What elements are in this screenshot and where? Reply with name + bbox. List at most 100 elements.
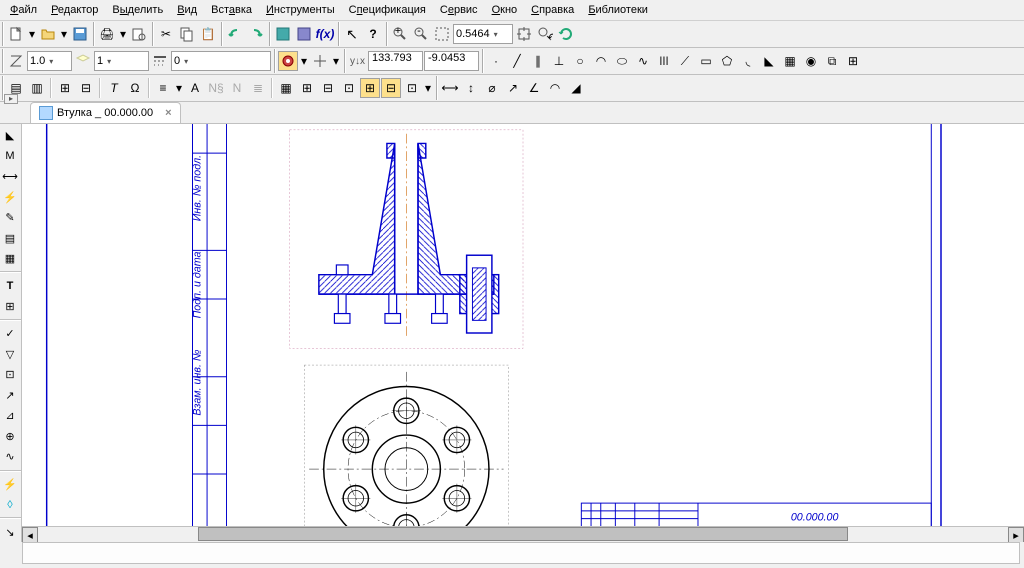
refresh-button[interactable] [556, 24, 576, 44]
font-button[interactable]: A [185, 78, 205, 98]
tool-dims-icon[interactable]: ⟷ [0, 167, 20, 186]
geom-equidistant-button[interactable]: ⧉ [822, 51, 842, 71]
dim-radial-button[interactable]: ↗ [503, 78, 523, 98]
tool-center-icon[interactable]: ⊕ [0, 427, 20, 446]
geom-polyline-button[interactable]: ⟋ [675, 51, 695, 71]
dim-chamfer-button[interactable]: ◢ [566, 78, 586, 98]
tool-leader-icon[interactable]: ↗ [0, 386, 20, 405]
snap-toggle-button[interactable] [278, 51, 298, 71]
geom-rect-button[interactable]: ▭ [696, 51, 716, 71]
tool-notations-icon[interactable]: ⚡ [0, 187, 20, 206]
linestyle-button[interactable] [150, 51, 170, 71]
spec-button[interactable]: ⊡ [402, 78, 422, 98]
properties-button[interactable] [294, 24, 314, 44]
zoom-out-button[interactable]: - [411, 24, 431, 44]
dim-angle-button[interactable]: ∠ [524, 78, 544, 98]
geom-perpendicular-button[interactable]: ⊥ [549, 51, 569, 71]
tbl-active-button[interactable]: ⊞ [360, 78, 380, 98]
cut-button[interactable]: ✂ [156, 24, 176, 44]
n-button[interactable]: N [227, 78, 247, 98]
spec-dropdown[interactable]: ▾ [423, 78, 433, 98]
menu-file[interactable]: Файл [4, 2, 43, 18]
tbl-3-button[interactable]: ⊟ [318, 78, 338, 98]
doc-tab-close[interactable]: × [165, 107, 171, 119]
new-button[interactable] [6, 24, 26, 44]
layer-combo[interactable]: 1▾ [94, 51, 149, 71]
print-button[interactable]: 🖨 [97, 24, 117, 44]
coord-x-input[interactable]: 133.793 [368, 51, 423, 71]
zoom-fit-button[interactable] [514, 24, 534, 44]
omega-button[interactable]: Ω [125, 78, 145, 98]
geom-point-button[interactable]: · [486, 51, 506, 71]
save-button[interactable] [70, 24, 90, 44]
tool-table-icon[interactable]: ⊞ [0, 297, 20, 316]
geom-ellipse-button[interactable]: ⬭ [612, 51, 632, 71]
zoom-previous-button[interactable]: ↶ [535, 24, 555, 44]
tool-text-icon[interactable]: T [0, 276, 20, 295]
tool-seam-icon[interactable]: ◊ [0, 495, 20, 514]
view-3-button[interactable]: ⊞ [55, 78, 75, 98]
geom-chamfer-button[interactable]: ◣ [759, 51, 779, 71]
dim-auto-button[interactable]: ↕ [461, 78, 481, 98]
align-dropdown[interactable]: ▾ [174, 78, 184, 98]
scale-combo[interactable]: 1.0▾ [27, 51, 72, 71]
tool-parametr-icon[interactable]: ▤ [0, 228, 20, 247]
redo-button[interactable] [246, 24, 266, 44]
menu-spec[interactable]: Спецификация [343, 2, 432, 18]
scroll-right-icon[interactable]: ▸ [1008, 527, 1024, 542]
tool-tolerance-icon[interactable]: ⊡ [0, 365, 20, 384]
open-button[interactable] [38, 24, 58, 44]
tool-construct-icon[interactable]: ✎ [0, 208, 20, 227]
tool-mark-icon[interactable]: ⊿ [0, 406, 20, 425]
scroll-thumb[interactable] [198, 527, 848, 541]
coord-y-input[interactable]: -9.0453 [424, 51, 479, 71]
table-button[interactable]: ▦ [276, 78, 296, 98]
geom-bezier-button[interactable]: Ⲽ [654, 51, 674, 71]
style-combo[interactable]: 0▾ [171, 51, 271, 71]
tool-weld-icon[interactable]: ⚡ [0, 475, 20, 494]
dim-linear-button[interactable]: ⟷ [440, 78, 460, 98]
tbl-4-button[interactable]: ⊡ [339, 78, 359, 98]
ortho-button[interactable] [310, 51, 330, 71]
copy-button[interactable] [177, 24, 197, 44]
align-button[interactable]: ≡ [153, 78, 173, 98]
text-button[interactable]: T [104, 78, 124, 98]
tbl-2-button[interactable]: ⊞ [297, 78, 317, 98]
dim-arc-button[interactable]: ◠ [545, 78, 565, 98]
list-button[interactable]: ≣ [248, 78, 268, 98]
menu-view[interactable]: Вид [171, 2, 203, 18]
layer-button[interactable] [73, 51, 93, 71]
print-dropdown[interactable]: ▾ [118, 24, 128, 44]
undo-button[interactable] [225, 24, 245, 44]
menu-editor[interactable]: Редактор [45, 2, 104, 18]
zoom-combo[interactable]: 0.5464▾ [453, 24, 513, 44]
geom-fillet-button[interactable]: ◟ [738, 51, 758, 71]
tbl-active-2-button[interactable]: ⊟ [381, 78, 401, 98]
menu-service[interactable]: Сервис [434, 2, 484, 18]
menu-select[interactable]: Выделить [106, 2, 169, 18]
menu-libs[interactable]: Библиотеки [582, 2, 654, 18]
geom-collect-button[interactable]: ⊞ [843, 51, 863, 71]
geom-line-button[interactable]: ╱ [507, 51, 527, 71]
new-dropdown[interactable]: ▾ [27, 24, 37, 44]
ns-button[interactable]: N§ [206, 78, 226, 98]
tool-geom-icon[interactable]: ◣ [0, 126, 20, 145]
geom-parallel-button[interactable]: ∥ [528, 51, 548, 71]
horizontal-scrollbar[interactable]: ◂ ▸ [22, 526, 1024, 542]
tool-m-icon[interactable]: M [0, 146, 20, 165]
menu-help[interactable]: Справка [525, 2, 580, 18]
drawing-canvas[interactable]: Инв. № подл. Подп. и дата Взам. инв. № [22, 124, 1024, 542]
open-dropdown[interactable]: ▾ [59, 24, 69, 44]
doc-tab-active[interactable]: Втулка _ 00.000.00 × [30, 102, 181, 123]
tool-wave-icon[interactable]: ∿ [0, 447, 20, 466]
tool-rough-icon[interactable]: ✓ [0, 324, 20, 343]
menu-insert[interactable]: Вставка [205, 2, 258, 18]
help-button[interactable]: ? [363, 24, 383, 44]
snap-dropdown[interactable]: ▾ [299, 51, 309, 71]
variables-button[interactable]: f(x) [315, 24, 335, 44]
geom-circle-button[interactable]: ○ [570, 51, 590, 71]
view-2-button[interactable]: ▥ [27, 78, 47, 98]
snap-button[interactable] [6, 51, 26, 71]
geom-hatch-button[interactable]: ▦ [780, 51, 800, 71]
print-preview-button[interactable] [129, 24, 149, 44]
